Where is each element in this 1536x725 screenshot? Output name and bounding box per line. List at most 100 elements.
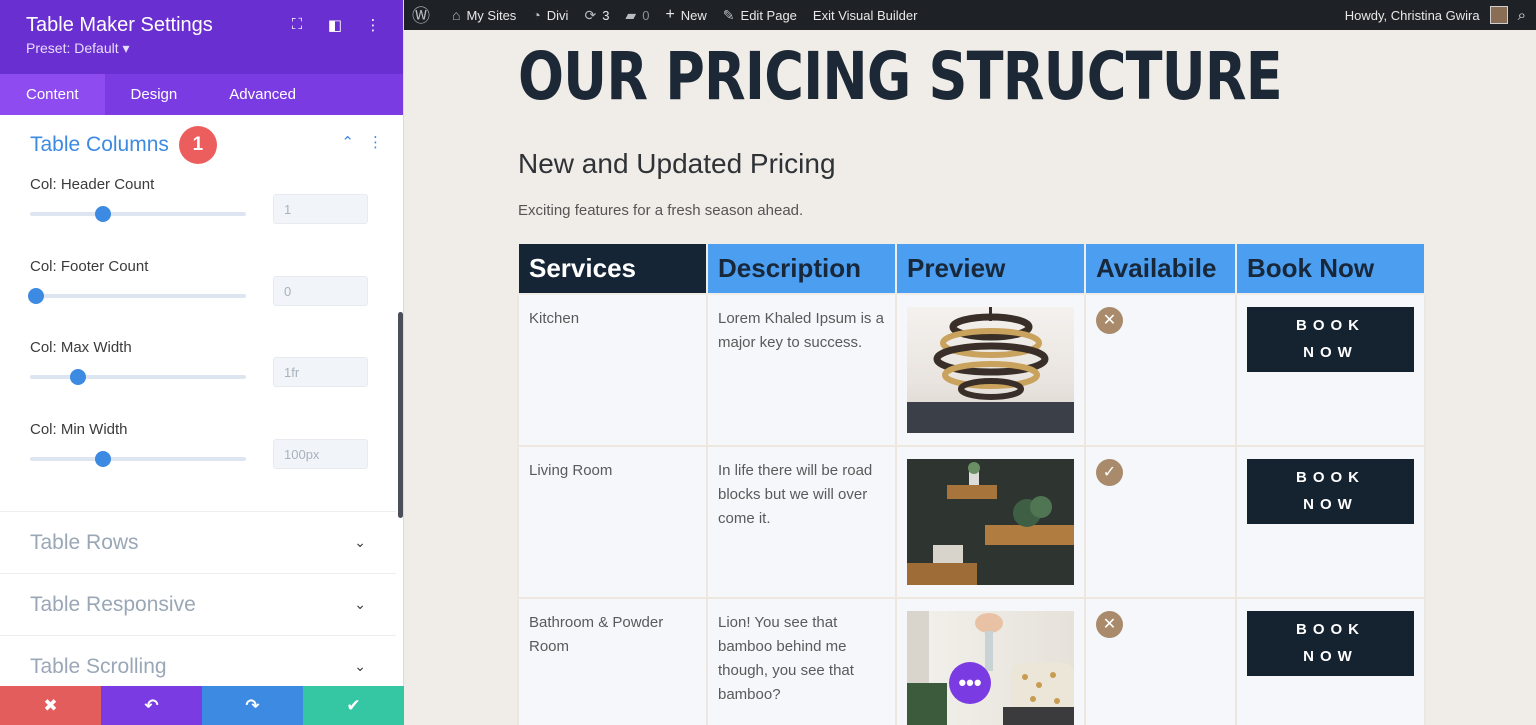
save-button[interactable]: ✔ [303,686,404,725]
field-label: Col: Header Count [30,176,155,193]
chevron-down-icon: ⌄ [354,534,366,550]
wordpress-logo-icon[interactable]: Ⓦ [404,2,444,28]
footer-count-input[interactable]: 0 [273,276,368,306]
new-link[interactable]: + New [657,6,714,24]
my-sites-label: My Sites [466,7,517,23]
footer-count-slider[interactable] [28,288,246,304]
field-label: Col: Min Width [30,421,128,438]
home-icon: ⌂ [452,7,461,23]
service-cell: Bathroom & Powder Room [517,597,708,725]
more-options-icon[interactable]: ⋮ [363,16,383,34]
search-icon[interactable]: ⌕ [1518,7,1526,24]
section-title[interactable]: Table Columns [30,133,169,157]
preset-dropdown[interactable]: Preset: Default ▾ [26,40,377,57]
redo-button[interactable]: ↷ [202,686,303,725]
unavailable-x-icon: ✕ [1096,611,1123,638]
refresh-icon: ⟳ [584,6,597,23]
max-width-slider[interactable] [30,369,246,385]
wp-admin-bar: Ⓦ ⌂ My Sites ◔ Divi ⟳ 3 ▰ 0 + New ✎ Edit Page … [404,0,1536,30]
table-rows-section[interactable]: Table Rows ⌄ [0,511,396,573]
max-width-input[interactable]: 1fr [273,357,368,387]
fullscreen-icon[interactable]: ⛶ [287,16,307,34]
description-cell: Lion! You see that bamboo behind me thou… [706,597,897,725]
column-header: Availabile [1084,242,1237,295]
column-header: Services [517,242,708,295]
book-label-line1: BOOK [1296,621,1365,638]
slider-knob[interactable] [69,369,86,385]
book-label-line2: NOW [1303,648,1358,665]
new-label: New [680,7,707,23]
tab-design[interactable]: Design [105,74,204,115]
table-row: Kitchen Lorem Khaled Ipsum is a major ke… [517,293,1426,447]
min-width-input[interactable]: 100px [273,439,368,469]
book-cell: BOOK NOW [1235,445,1426,599]
availability-cell: ✕ [1084,293,1237,447]
book-cell: BOOK NOW [1235,597,1426,725]
table-header-row: Services Description Preview Availabile … [517,242,1426,295]
page-heading: OUR PRICING STRUCTURE [518,38,1283,115]
service-cell: Kitchen [517,293,708,447]
book-now-button[interactable]: BOOK NOW [1247,611,1414,676]
panel-header: Table Maker Settings Preset: Default ▾ ⛶… [0,0,403,74]
field-label: Col: Footer Count [30,258,149,275]
min-width-slider[interactable] [30,451,246,467]
discard-button[interactable]: ✖ [0,686,101,725]
comments-count: 0 [642,7,650,23]
column-header: Preview [895,242,1086,295]
plus-icon: + [665,6,675,23]
my-sites-link[interactable]: ⌂ My Sites [444,7,524,23]
step-badge: 1 [178,126,217,164]
column-header: Description [706,242,897,295]
book-cell: BOOK NOW [1235,293,1426,447]
exit-visual-builder-link[interactable]: Exit Visual Builder [805,8,926,23]
wall-shelves-image [907,459,1074,585]
settings-panel: Table Maker Settings Preset: Default ▾ ⛶… [0,0,404,725]
chevron-up-icon[interactable]: ⌃ [341,133,354,151]
section-menu-icon[interactable]: ⋮ [368,133,383,151]
tab-content[interactable]: Content [0,74,105,115]
undo-button[interactable]: ↶ [101,686,202,725]
availability-cell: ✓ [1084,445,1237,599]
preview-cell [895,445,1086,599]
book-now-button[interactable]: BOOK NOW [1247,459,1414,524]
field-min-width: Col: Min Width 100px [30,421,370,469]
book-now-button[interactable]: BOOK NOW [1247,307,1414,372]
book-label-line2: NOW [1303,496,1358,513]
section-title: Table Rows [30,530,139,554]
avatar[interactable] [1489,6,1508,24]
comments-link[interactable]: ▰ 0 [617,7,657,24]
chevron-down-icon: ⌄ [354,658,366,674]
panel-action-bar: ✖ ↶ ↷ ✔ [0,686,404,725]
panel-scrollbar[interactable] [398,312,403,518]
sidebar-toggle-icon[interactable]: ◧ [325,16,345,34]
pricing-table: Services Description Preview Availabile … [517,242,1426,725]
tab-advanced[interactable]: Advanced [203,74,322,115]
panel-tabs: Content Design Advanced [0,74,403,115]
section-title: Table Scrolling [30,654,167,678]
chandelier-image [907,307,1074,433]
column-header: Book Now [1235,242,1426,295]
updates-link[interactable]: ⟳ 3 [576,7,617,24]
table-responsive-section[interactable]: Table Responsive ⌄ [0,573,396,635]
builder-options-button[interactable]: ••• [949,662,991,704]
edit-page-link[interactable]: ✎ Edit Page [715,7,805,24]
table-row: Living Room In life there will be road b… [517,445,1426,599]
book-label-line1: BOOK [1296,317,1365,334]
page-canvas: OUR PRICING STRUCTURE New and Updated Pr… [404,30,1536,725]
description-cell: Lorem Khaled Ipsum is a major key to suc… [706,293,897,447]
page-description: Exciting features for a fresh season ahe… [518,202,804,219]
header-count-input[interactable]: 1 [273,194,368,224]
edit-page-label: Edit Page [740,7,797,23]
comment-icon: ▰ [625,6,637,23]
field-header-count: Col: Header Count 1 [30,176,370,224]
unavailable-x-icon: ✕ [1096,307,1123,334]
gauge-icon: ◔ [532,7,541,23]
updates-count: 3 [602,7,610,23]
cushions-image [907,611,1074,725]
header-count-slider[interactable] [30,206,246,222]
divi-link[interactable]: ◔ Divi [524,7,576,23]
description-cell: In life there will be road blocks but we… [706,445,897,599]
preview-cell [895,597,1086,725]
howdy-user[interactable]: Howdy, Christina Gwira [1345,8,1480,23]
available-check-icon: ✓ [1096,459,1123,486]
